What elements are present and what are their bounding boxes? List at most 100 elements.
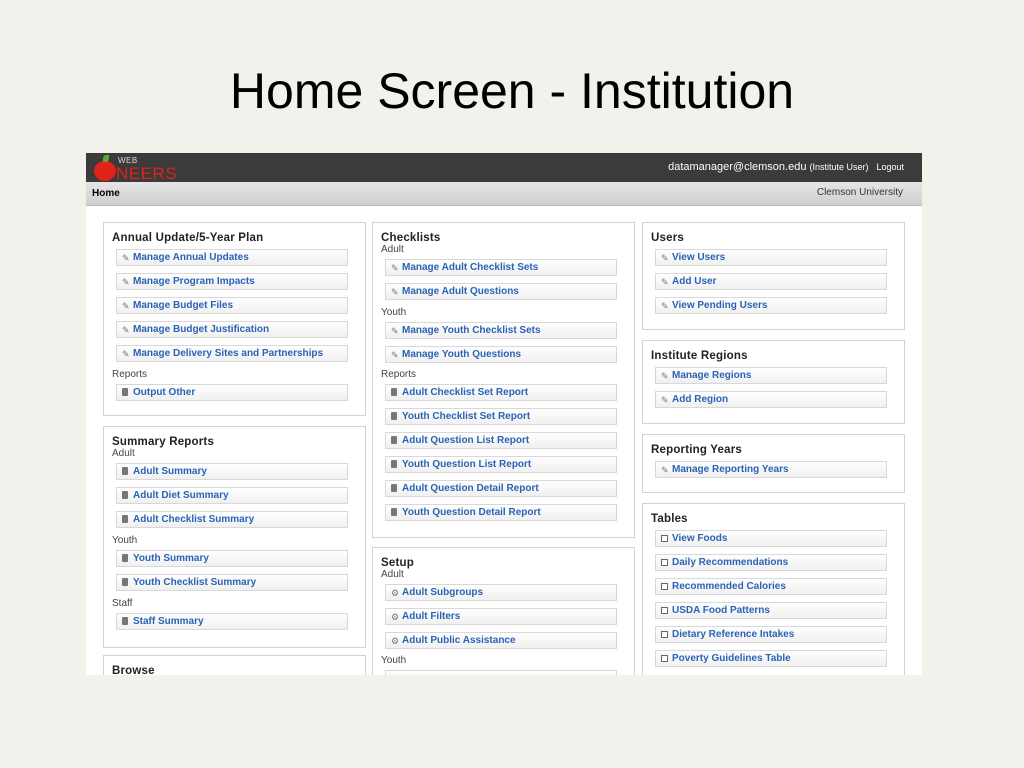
gear-icon: ⚙ <box>391 612 400 622</box>
pencil-icon: ✎ <box>661 277 669 287</box>
daily-recommendations-link[interactable]: Daily Recommendations <box>655 554 887 571</box>
panel-annual-update: Annual Update/5-Year Plan ✎ Manage Annual… <box>103 222 366 416</box>
section-label-reports: Reports <box>112 369 148 380</box>
pencil-icon: ✎ <box>391 326 399 336</box>
user-info: datamanager@clemson.edu (Institute User) L… <box>668 161 904 173</box>
adult-question-detail-report-link[interactable]: Adult Question Detail Report <box>385 480 617 497</box>
book-icon <box>122 388 128 398</box>
nav-bar: Home Clemson University <box>86 182 922 206</box>
book-icon <box>391 388 397 398</box>
book-icon <box>391 508 397 518</box>
panel-title: Institute Regions <box>651 350 748 362</box>
book-icon <box>122 515 128 525</box>
book-icon <box>122 617 128 627</box>
output-other-link[interactable]: Output Other <box>116 384 348 401</box>
manage-adult-questions-link[interactable]: ✎ Manage Adult Questions <box>385 283 617 300</box>
pencil-icon: ✎ <box>661 395 669 405</box>
youth-question-list-report-link[interactable]: Youth Question List Report <box>385 456 617 473</box>
manage-youth-checklist-sets-link[interactable]: ✎ Manage Youth Checklist Sets <box>385 322 617 339</box>
section-label-adult: Adult <box>112 448 135 459</box>
manage-youth-questions-link[interactable]: ✎ Manage Youth Questions <box>385 346 617 363</box>
adult-filters-link[interactable]: ⚙ Adult Filters <box>385 608 617 625</box>
book-icon <box>122 467 128 477</box>
book-icon <box>122 578 128 588</box>
panel-summary-reports: Summary Reports Adult Adult Summary Adul… <box>103 426 366 648</box>
panel-title: Users <box>651 232 684 244</box>
panel-title: Browse <box>112 665 155 675</box>
view-pending-users-link[interactable]: ✎ View Pending Users <box>655 297 887 314</box>
panel-setup: Setup Adult ⚙ Adult Subgroups ⚙ Adult Filt… <box>372 547 635 675</box>
pencil-icon: ✎ <box>391 287 399 297</box>
panel-title: Summary Reports <box>112 436 215 448</box>
manage-delivery-sites-link[interactable]: ✎ Manage Delivery Sites and Partnerships <box>116 345 348 362</box>
table-icon <box>661 582 668 592</box>
panel-title: Tables <box>651 513 688 525</box>
staff-summary-link[interactable]: Staff Summary <box>116 613 348 630</box>
panel-tables: Tables View Foods Daily Recommendations … <box>642 503 905 675</box>
manage-reporting-years-link[interactable]: ✎ Manage Reporting Years <box>655 461 887 478</box>
panel-title: Checklists <box>381 232 441 244</box>
adult-diet-summary-link[interactable]: Adult Diet Summary <box>116 487 348 504</box>
user-email: datamanager@clemson.edu <box>668 161 807 173</box>
add-user-link[interactable]: ✎ Add User <box>655 273 887 290</box>
table-icon <box>661 606 668 616</box>
view-foods-link[interactable]: View Foods <box>655 530 887 547</box>
adult-subgroups-link[interactable]: ⚙ Adult Subgroups <box>385 584 617 601</box>
slide-title: Home Screen - Institution <box>229 63 795 119</box>
manage-adult-checklist-sets-link[interactable]: ✎ Manage Adult Checklist Sets <box>385 259 617 276</box>
manage-annual-updates-link[interactable]: ✎ Manage Annual Updates <box>116 249 348 266</box>
usda-food-patterns-link[interactable]: USDA Food Patterns <box>655 602 887 619</box>
webneers-logo[interactable]: WEB NEERS <box>94 155 204 183</box>
youth-checklist-summary-link[interactable]: Youth Checklist Summary <box>116 574 348 591</box>
youth-checklist-set-report-link[interactable]: Youth Checklist Set Report <box>385 408 617 425</box>
pencil-icon: ✎ <box>661 301 669 311</box>
table-icon <box>661 630 668 640</box>
top-bar: WEB NEERS datamanager@clemson.edu (Instit… <box>86 153 922 183</box>
recommended-calories-link[interactable]: Recommended Calories <box>655 578 887 595</box>
panel-title: Reporting Years <box>651 444 742 456</box>
book-icon <box>391 436 397 446</box>
manage-program-impacts-link[interactable]: ✎ Manage Program Impacts <box>116 273 348 290</box>
dietary-reference-intakes-link[interactable]: Dietary Reference Intakes <box>655 626 887 643</box>
nav-home-link[interactable]: Home <box>92 188 120 199</box>
table-icon <box>661 654 668 664</box>
youth-summary-link[interactable]: Youth Summary <box>116 550 348 567</box>
pencil-icon: ✎ <box>391 263 399 273</box>
poverty-guidelines-table-link[interactable]: Poverty Guidelines Table <box>655 650 887 667</box>
youth-question-detail-report-link[interactable]: Youth Question Detail Report <box>385 504 617 521</box>
section-label-adult: Adult <box>381 244 404 255</box>
panel-institute-regions: Institute Regions ✎ Manage Regions ✎ Add R… <box>642 340 905 424</box>
panel-checklists: Checklists Adult ✎ Manage Adult Checklist… <box>372 222 635 538</box>
manage-budget-files-link[interactable]: ✎ Manage Budget Files <box>116 297 348 314</box>
add-region-link[interactable]: ✎ Add Region <box>655 391 887 408</box>
user-role: (Institute User) <box>809 162 869 172</box>
adult-checklist-set-report-link[interactable]: Adult Checklist Set Report <box>385 384 617 401</box>
section-label-youth: Youth <box>381 307 407 318</box>
setup-youth-item[interactable] <box>385 670 617 675</box>
leaf-icon <box>103 155 109 162</box>
panel-title: Annual Update/5-Year Plan <box>112 232 264 244</box>
pencil-icon: ✎ <box>122 301 130 311</box>
pencil-icon: ✎ <box>122 325 130 335</box>
adult-question-list-report-link[interactable]: Adult Question List Report <box>385 432 617 449</box>
panel-browse: Browse <box>103 655 366 675</box>
pencil-icon: ✎ <box>661 465 669 475</box>
adult-public-assistance-link[interactable]: ⚙ Adult Public Assistance <box>385 632 617 649</box>
section-label-youth: Youth <box>112 535 138 546</box>
manage-regions-link[interactable]: ✎ Manage Regions <box>655 367 887 384</box>
adult-summary-link[interactable]: Adult Summary <box>116 463 348 480</box>
view-users-link[interactable]: ✎ View Users <box>655 249 887 266</box>
section-label-staff: Staff <box>112 598 133 609</box>
gear-icon: ⚙ <box>391 588 400 598</box>
adult-checklist-summary-link[interactable]: Adult Checklist Summary <box>116 511 348 528</box>
manage-budget-justification-link[interactable]: ✎ Manage Budget Justification <box>116 321 348 338</box>
gear-icon: ⚙ <box>391 636 400 646</box>
panel-title: Setup <box>381 557 414 569</box>
panel-reporting-years: Reporting Years ✎ Manage Reporting Years <box>642 434 905 493</box>
panel-users: Users ✎ View Users ✎ Add User ✎ View Pendin… <box>642 222 905 330</box>
table-icon <box>661 558 668 568</box>
book-icon <box>391 460 397 470</box>
book-icon <box>391 484 397 494</box>
logout-link[interactable]: Logout <box>876 162 904 172</box>
section-label-adult: Adult <box>381 569 404 580</box>
